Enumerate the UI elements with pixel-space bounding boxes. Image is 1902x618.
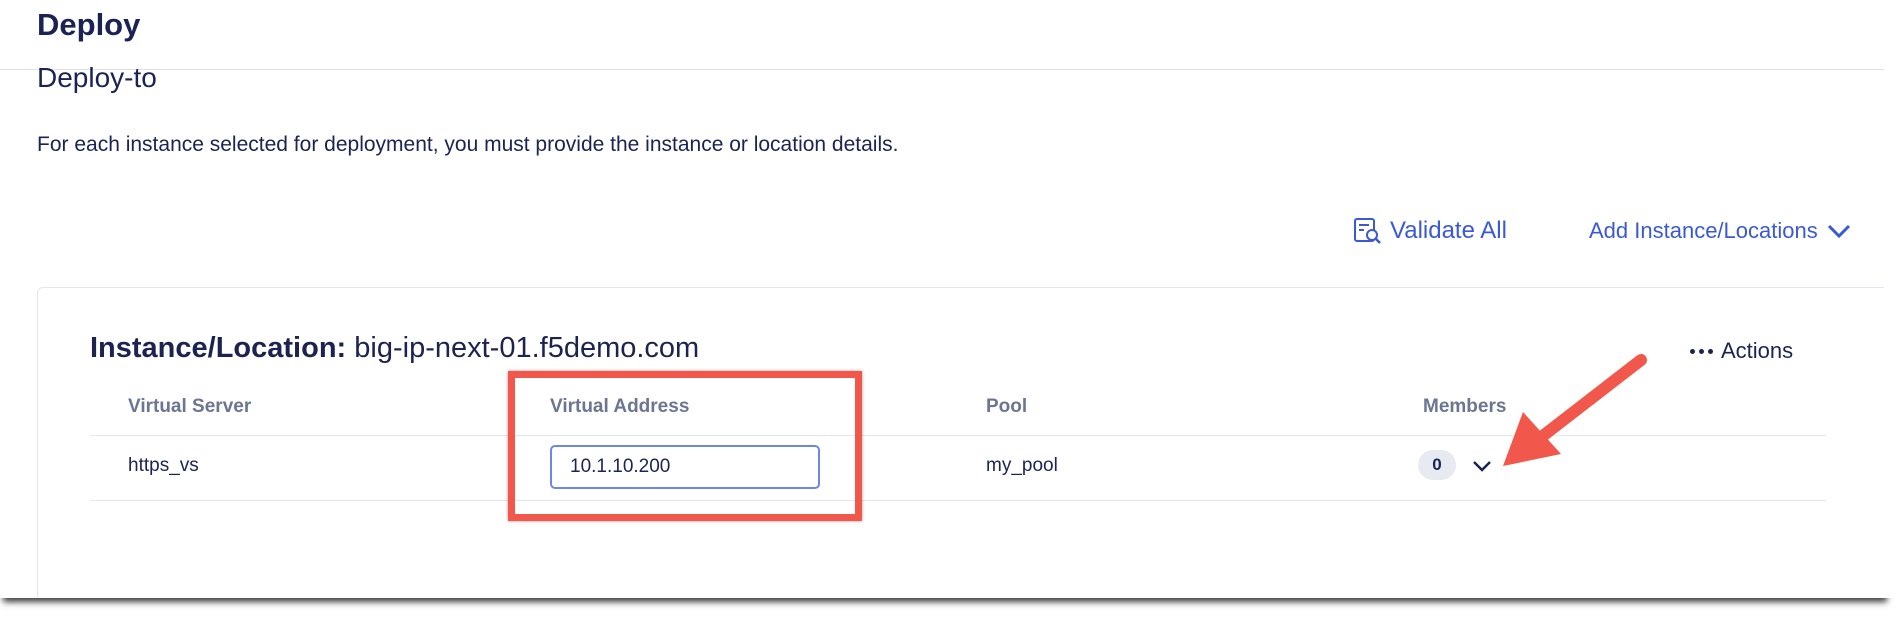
members-count-badge: 0: [1418, 450, 1456, 480]
validate-all-button[interactable]: Validate All: [1352, 216, 1507, 246]
background-margin: [1884, 0, 1902, 598]
annotation-arrow-icon: [1503, 354, 1647, 466]
instance-location-heading: Instance/Location: big-ip-next-01.f5demo…: [90, 332, 699, 365]
pool-cell: my_pool: [986, 455, 1058, 476]
section-description: For each instance selected for deploymen…: [37, 133, 899, 156]
row-divider: [90, 500, 1826, 501]
chevron-down-icon: [1827, 224, 1850, 239]
actions-menu-button[interactable]: Actions: [1690, 338, 1793, 364]
validate-all-label: Validate All: [1390, 217, 1507, 244]
page-title: Deploy: [37, 7, 141, 42]
add-instance-locations-label: Add Instance/Locations: [1589, 218, 1818, 243]
validate-report-icon: [1354, 218, 1381, 244]
section-title: Deploy-to: [37, 62, 157, 93]
members-expand-chevron-icon[interactable]: [1470, 454, 1494, 478]
annotation-highlight-box: [508, 371, 862, 521]
page-header: Deploy: [0, 0, 1884, 70]
screenshot-frame: Deploy Deploy-to For each instance selec…: [0, 0, 1884, 598]
column-header-pool: Pool: [986, 396, 1028, 417]
add-instance-locations-button[interactable]: Add Instance/Locations: [1589, 218, 1852, 244]
more-dots-icon: [1690, 348, 1713, 354]
column-header-virtual-server: Virtual Server: [128, 396, 252, 417]
actions-label: Actions: [1721, 338, 1794, 363]
instance-location-key: Instance/Location:: [90, 332, 347, 364]
column-header-members: Members: [1423, 396, 1507, 417]
instance-location-value: big-ip-next-01.f5demo.com: [354, 332, 700, 364]
virtual-server-cell: https_vs: [128, 455, 199, 476]
